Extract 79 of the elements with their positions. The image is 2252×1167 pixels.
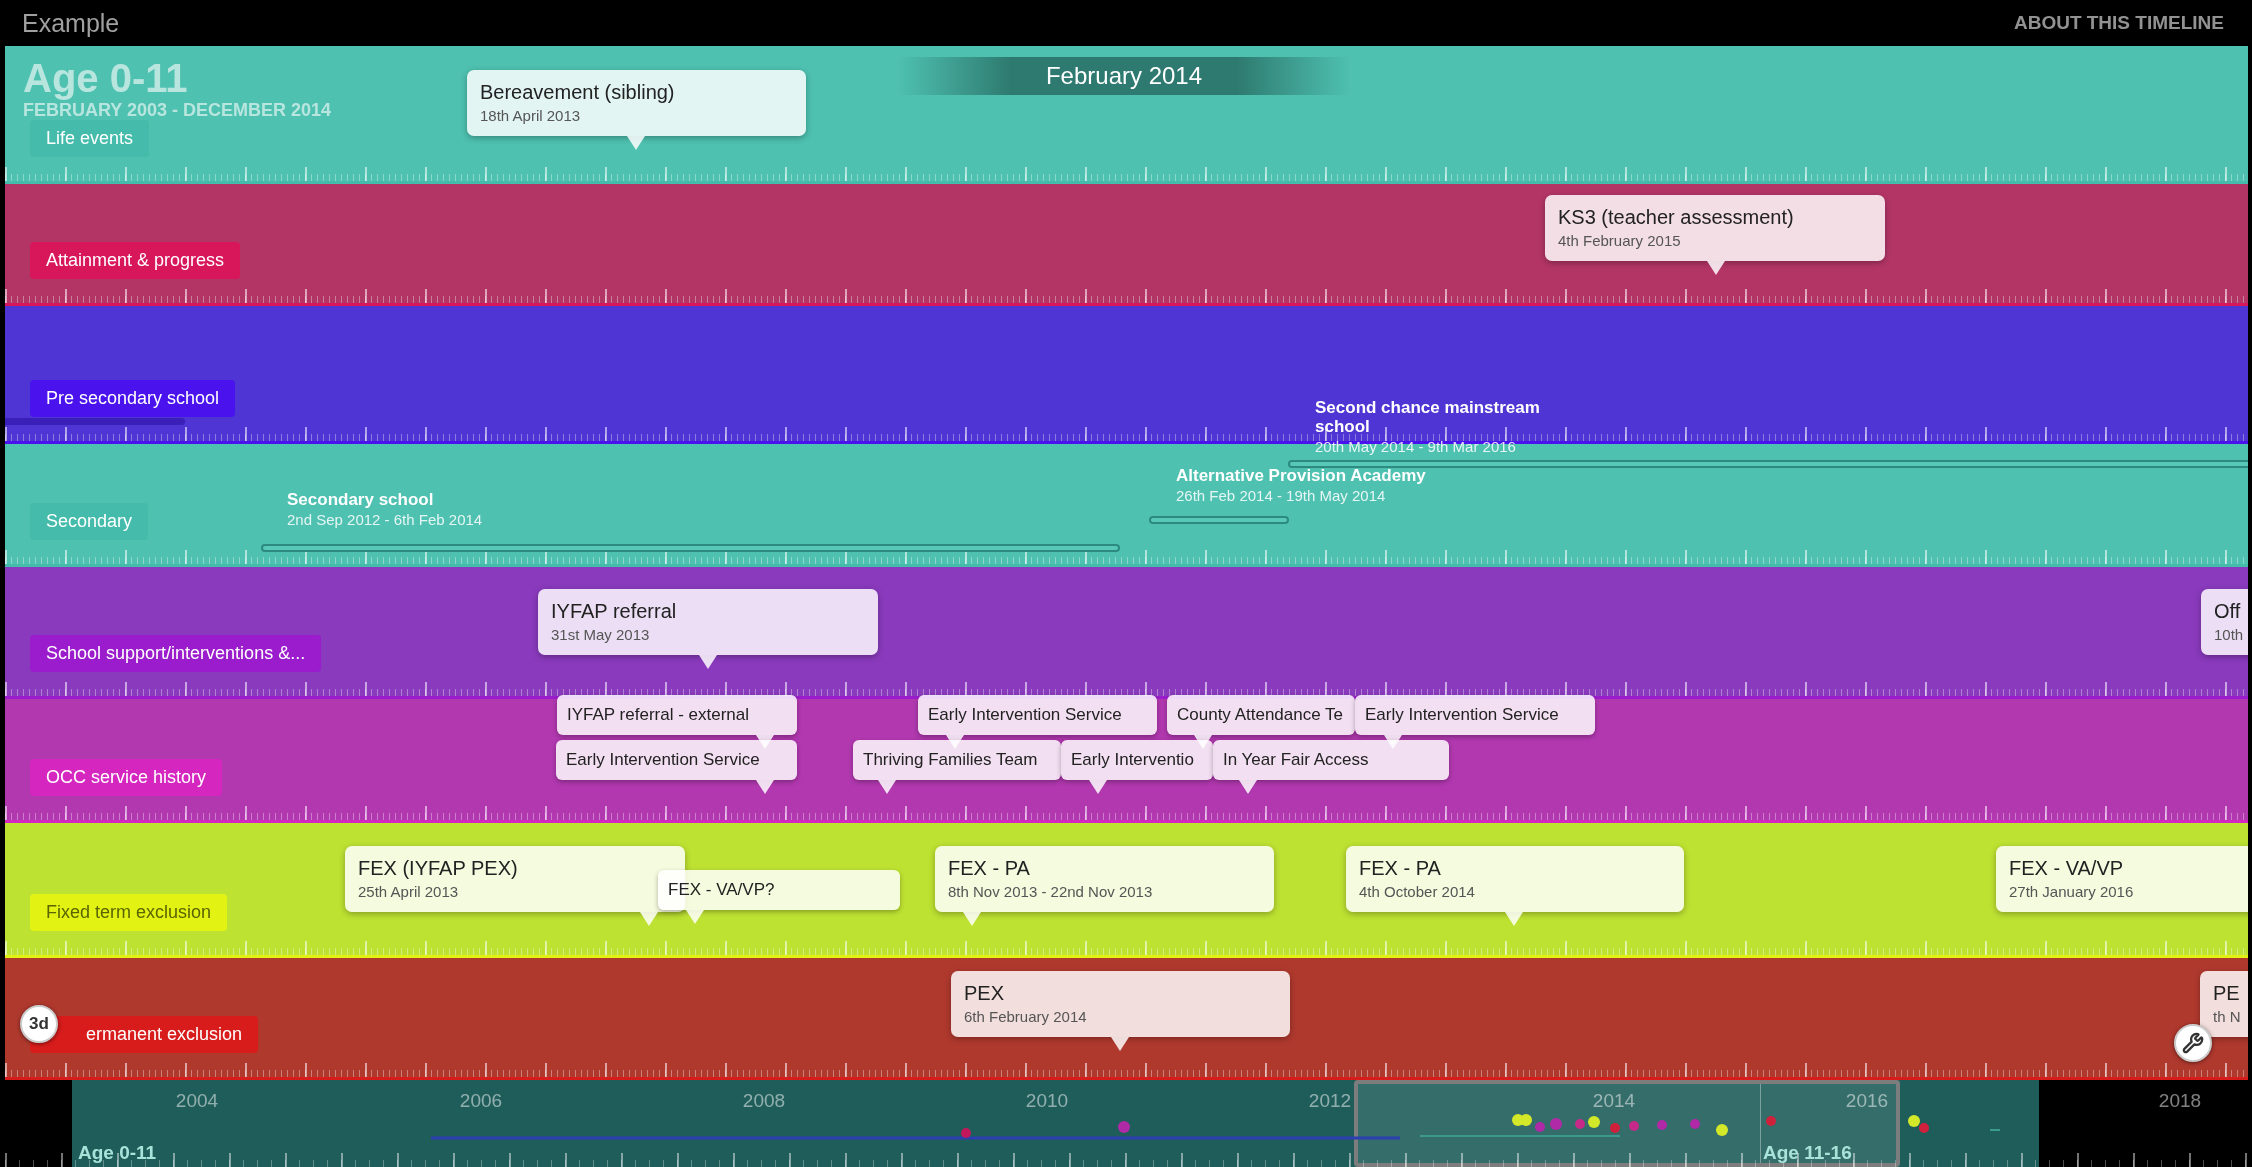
about-link[interactable]: ABOUT THIS TIMELINE: [2013, 12, 2224, 34]
event-title: FEX - VA/VP: [2009, 856, 2125, 880]
event-date: 4th February 2015: [1558, 231, 1682, 251]
event-tag[interactable]: Early Intervention Service: [1355, 695, 1595, 735]
callout-pointer: [878, 780, 896, 794]
duration-bar[interactable]: [261, 544, 1120, 552]
event-date: th N: [2213, 1007, 2242, 1027]
callout-pointer: [1111, 1037, 1129, 1051]
callout-pointer: [699, 655, 717, 669]
event-card[interactable]: FEX - PA 4th October 2014: [1346, 846, 1684, 912]
callout-pointer: [963, 912, 981, 926]
event-title: FEX - PA: [948, 856, 1031, 880]
event-date: 10th: [2214, 625, 2245, 645]
band-label[interactable]: School support/interventions &...: [30, 635, 322, 672]
callout-pointer: [1089, 780, 1107, 794]
event-date: 25th April 2013: [358, 882, 460, 902]
date-range: FEBRUARY 2003 - DECEMBER 2014: [23, 100, 332, 121]
event-card[interactable]: Off 10th: [2201, 589, 2248, 655]
event-card[interactable]: IYFAP referral 31st May 2013: [538, 589, 878, 655]
year-label: 2018: [2158, 1090, 2202, 1112]
callout-pointer: [1505, 912, 1523, 926]
event-tag[interactable]: FEX - VA/VP?: [658, 870, 900, 910]
event-date: 4th October 2014: [1359, 882, 1476, 902]
settings-button[interactable]: [2174, 1024, 2212, 1062]
event-date: 27th January 2016: [2009, 882, 2135, 902]
period-label: Age 0-11: [78, 1142, 157, 1164]
band-label[interactable]: Attainment & progress: [30, 242, 241, 279]
year-label: 2012: [1308, 1090, 1352, 1112]
callout-pointer: [1239, 780, 1257, 794]
age-range-title: Age 0-11: [23, 58, 188, 98]
app-title: Example: [22, 8, 120, 38]
event-title: PE: [2213, 981, 2241, 1005]
year-label: 2014: [1592, 1090, 1636, 1112]
event-title: KS3 (teacher assessment): [1558, 205, 1795, 229]
event-card[interactable]: FEX - VA/VP 27th January 2016: [1996, 846, 2248, 912]
event-tag[interactable]: In Year Fair Access: [1213, 740, 1449, 780]
event-tag[interactable]: IYFAP referral - external: [557, 695, 797, 735]
event-card[interactable]: PE th N: [2200, 971, 2248, 1037]
year-label: 2006: [459, 1090, 503, 1112]
event-date: 6th February 2014: [964, 1007, 1088, 1027]
band-label[interactable]: Pre secondary school: [30, 380, 236, 417]
callout-pointer: [756, 780, 774, 794]
year-label: 2008: [742, 1090, 786, 1112]
event-tag[interactable]: Early Interventio: [1061, 740, 1213, 780]
event-tag[interactable]: Early Intervention Service: [918, 695, 1157, 735]
event-title: FEX - PA: [1359, 856, 1442, 880]
duration-bar[interactable]: [1149, 516, 1289, 524]
period-label: Age 11-16: [1763, 1142, 1852, 1164]
event-date: 18th April 2013: [480, 106, 582, 126]
event-title: FEX (IYFAP PEX): [358, 856, 519, 880]
event-tag[interactable]: County Attendance Te: [1167, 695, 1355, 735]
band-label[interactable]: OCC service history: [30, 759, 223, 796]
event-card[interactable]: PEX 6th February 2014: [951, 971, 1290, 1037]
callout-pointer: [627, 136, 645, 150]
period-title: Second chance mainstream school: [1315, 398, 1541, 436]
period-title: Alternative Provision Academy: [1176, 466, 1427, 485]
year-label: 2016: [1845, 1090, 1889, 1112]
event-card[interactable]: KS3 (teacher assessment) 4th February 2015: [1545, 195, 1885, 261]
year-label: 2010: [1025, 1090, 1069, 1112]
event-title: PEX: [964, 981, 1006, 1005]
callout-pointer: [1707, 261, 1725, 275]
event-tag[interactable]: Thriving Families Team: [853, 740, 1061, 780]
event-card[interactable]: Bereavement (sibling) 18th April 2013: [467, 70, 806, 136]
event-date: 31st May 2013: [551, 625, 651, 645]
event-tag[interactable]: Early Intervention Service: [556, 740, 797, 780]
period-title: Secondary school: [287, 490, 435, 509]
event-date: 8th Nov 2013 - 22nd Nov 2013: [948, 882, 1154, 902]
event-card[interactable]: FEX - PA 8th Nov 2013 - 22nd Nov 2013: [935, 846, 1274, 912]
period-dates: 26th Feb 2014 - 19th May 2014: [1176, 487, 1387, 505]
duration-bar[interactable]: [1288, 460, 2248, 468]
view-toggle-button[interactable]: 3d: [20, 1005, 58, 1043]
event-title: Bereavement (sibling): [480, 80, 676, 104]
period-dates: 2nd Sep 2012 - 6th Feb 2014: [287, 511, 484, 529]
band-label[interactable]: Fixed term exclusion: [30, 894, 228, 931]
event-title: IYFAP referral: [551, 599, 678, 623]
wrench-icon: [2182, 1032, 2204, 1054]
event-title: Off: [2214, 599, 2242, 623]
year-label: 2004: [175, 1090, 219, 1112]
callout-pointer: [686, 910, 704, 924]
